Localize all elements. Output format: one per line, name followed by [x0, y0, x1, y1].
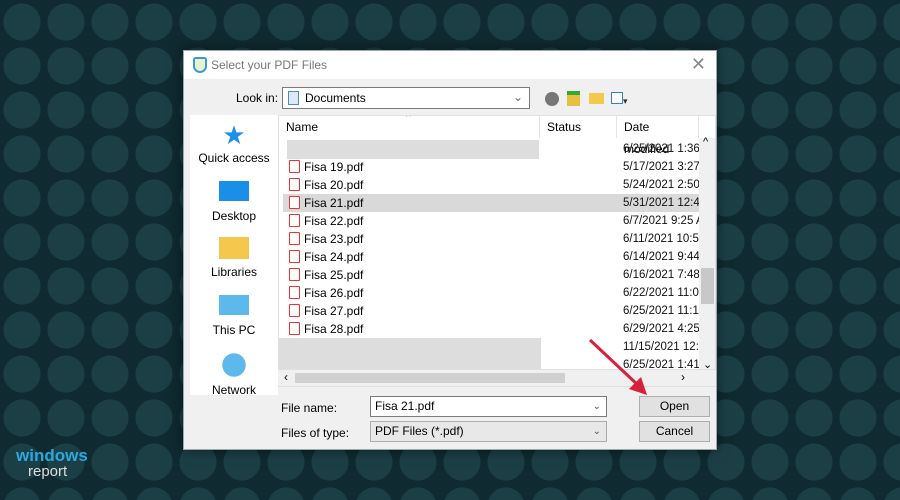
- chevron-down-icon: ⌄: [512, 90, 523, 104]
- title-bar: Select your PDF Files ✕: [184, 51, 716, 79]
- file-row[interactable]: Fisa 23.pdf: [283, 230, 363, 248]
- pdf-file-icon: [289, 322, 300, 335]
- pdf-file-icon: [289, 160, 300, 173]
- scroll-thumb[interactable]: [701, 268, 714, 304]
- place-label: Desktop: [211, 209, 257, 223]
- file-name-label: File name:: [281, 401, 338, 415]
- cancel-button[interactable]: Cancel: [639, 421, 710, 442]
- pdf-file-icon: [289, 268, 300, 281]
- look-in-value: Documents: [305, 91, 366, 105]
- scroll-right-icon: ›: [681, 370, 685, 384]
- vertical-scrollbar[interactable]: ^ ⌄: [699, 136, 715, 386]
- file-name: Fisa 28.pdf: [304, 322, 364, 336]
- date-cell: 5/31/2021 12:4: [623, 197, 699, 209]
- file-row[interactable]: Fisa 20.pdf: [283, 176, 363, 194]
- file-name: Fisa 20.pdf: [304, 178, 364, 192]
- pdf-file-icon: [289, 232, 300, 245]
- look-in-label: Look in:: [236, 91, 279, 105]
- date-cell: 6/7/2021 9:25 A: [623, 215, 699, 227]
- windows-report-logo: windows report: [16, 446, 88, 480]
- date-cell: 5/17/2021 3:27: [623, 161, 699, 173]
- view-menu-button[interactable]: ▾: [611, 92, 631, 106]
- pdf-file-icon: [289, 286, 300, 299]
- file-name: Fisa 23.pdf: [304, 232, 364, 246]
- file-name: Fisa 24.pdf: [304, 250, 364, 264]
- place-label: Network: [211, 383, 256, 397]
- file-row[interactable]: Fisa 21.pdf: [283, 194, 363, 212]
- file-name: Fisa 19.pdf: [304, 160, 364, 174]
- date-cell: 6/22/2021 11:0: [623, 287, 699, 299]
- column-header-date[interactable]: Date modified: [617, 116, 699, 156]
- file-type-dropdown[interactable]: PDF Files (*.pdf) ⌄: [370, 421, 607, 442]
- dialog-title: Select your PDF Files: [211, 58, 328, 72]
- file-type-value: PDF Files (*.pdf): [375, 424, 464, 438]
- blurred-row: [287, 140, 539, 159]
- file-name: Fisa 27.pdf: [304, 304, 364, 318]
- pdf-file-icon: [289, 304, 300, 317]
- place-network[interactable]: Network: [190, 353, 278, 397]
- scroll-up-icon: ^: [703, 136, 709, 148]
- logo-line1: windows: [16, 446, 88, 465]
- file-name-input[interactable]: Fisa 21.pdf ⌄: [370, 396, 607, 417]
- places-bar: ★ Quick access Desktop Libraries This PC…: [190, 115, 278, 397]
- network-icon: [219, 353, 249, 377]
- pdf-file-icon: [289, 214, 300, 227]
- pdf-file-icon: [289, 178, 300, 191]
- file-row[interactable]: Fisa 19.pdf: [283, 158, 363, 176]
- place-desktop[interactable]: Desktop: [190, 181, 278, 223]
- place-this-pc[interactable]: This PC: [190, 295, 278, 337]
- place-label: This PC: [212, 323, 256, 337]
- file-name: Fisa 22.pdf: [304, 214, 364, 228]
- new-folder-button[interactable]: [589, 93, 604, 104]
- column-header-status[interactable]: Status: [540, 116, 617, 138]
- chevron-down-icon: ⌄: [592, 426, 601, 437]
- look-in-dropdown[interactable]: Documents ⌄: [282, 87, 530, 109]
- blurred-row: [279, 338, 541, 370]
- logo-line2: report: [28, 463, 68, 480]
- date-cell: 6/14/2021 9:44: [623, 251, 699, 263]
- scroll-thumb[interactable]: [295, 373, 565, 383]
- file-row[interactable]: Fisa 27.pdf: [283, 302, 363, 320]
- computer-icon: [219, 295, 249, 315]
- up-folder-button[interactable]: [567, 91, 580, 106]
- date-cell: 6/16/2021 7:48: [623, 269, 699, 281]
- file-row[interactable]: Fisa 28.pdf: [283, 320, 363, 338]
- pdf-file-icon: [289, 196, 300, 209]
- file-name: Fisa 26.pdf: [304, 286, 364, 300]
- place-libraries[interactable]: Libraries: [190, 237, 278, 279]
- back-button[interactable]: [545, 92, 559, 106]
- pdf-file-icon: [289, 250, 300, 263]
- date-cell: 6/11/2021 10:5: [623, 233, 699, 245]
- scroll-left-icon: ‹: [284, 370, 288, 384]
- file-row[interactable]: Fisa 22.pdf: [283, 212, 363, 230]
- close-button[interactable]: ✕: [691, 54, 706, 75]
- file-name: Fisa 21.pdf: [304, 196, 364, 210]
- file-type-label: Files of type:: [281, 426, 350, 440]
- star-icon: ★: [222, 120, 246, 150]
- file-name: Fisa 25.pdf: [304, 268, 364, 282]
- documents-icon: [288, 91, 299, 105]
- file-row[interactable]: Fisa 25.pdf: [283, 266, 363, 284]
- date-cell: 5/24/2021 2:50: [623, 179, 699, 191]
- place-label: Quick access: [198, 151, 270, 165]
- file-row[interactable]: Fisa 24.pdf: [283, 248, 363, 266]
- place-label: Libraries: [210, 265, 258, 279]
- sort-ascending-icon: ^: [406, 115, 411, 123]
- libraries-icon: [219, 237, 249, 259]
- file-row[interactable]: Fisa 26.pdf: [283, 284, 363, 302]
- shield-icon: [193, 57, 207, 73]
- red-arrow-annotation: [588, 338, 647, 395]
- file-name-value: Fisa 21.pdf: [375, 399, 435, 413]
- place-quick-access[interactable]: ★ Quick access: [190, 120, 278, 165]
- date-cell: 6/25/2021 1:36: [623, 143, 699, 155]
- desktop-icon: [219, 181, 249, 201]
- date-cell: 6/25/2021 11:1: [623, 305, 699, 317]
